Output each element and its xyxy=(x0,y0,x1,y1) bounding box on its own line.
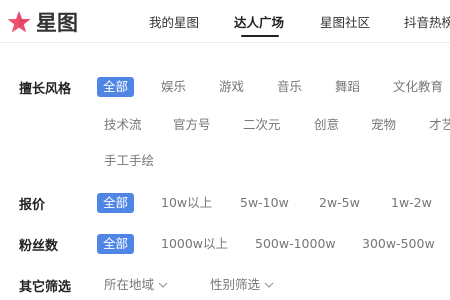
star-logo-icon xyxy=(7,11,31,33)
style-option-acg[interactable]: 二次元 xyxy=(243,115,281,135)
nav-community[interactable]: 星图社区 xyxy=(320,12,370,31)
style-option-all[interactable]: 全部 xyxy=(97,77,135,97)
style-filter-label: 擅长风格 xyxy=(19,82,72,97)
price-filter-label: 报价 xyxy=(19,198,46,213)
region-dropdown-label: 所在地域 xyxy=(104,277,155,292)
nav-talent-square[interactable]: 达人广场 xyxy=(234,12,284,31)
style-option-games[interactable]: 游戏 xyxy=(219,77,244,97)
chevron-down-icon xyxy=(264,282,274,288)
logo-text: 星图 xyxy=(36,11,78,35)
style-option-education[interactable]: 文化教育 xyxy=(393,77,443,97)
style-option-music[interactable]: 音乐 xyxy=(277,77,302,97)
other-filter-label: 其它筛选 xyxy=(19,280,72,295)
price-option-1w-2w[interactable]: 1w-2w xyxy=(391,193,432,213)
fans-option-500w-1000w[interactable]: 500w-1000w xyxy=(255,234,336,254)
style-option-handcraft[interactable]: 手工手绘 xyxy=(104,151,154,171)
gender-dropdown-label: 性别筛选 xyxy=(210,277,261,292)
price-option-2w-5w[interactable]: 2w-5w xyxy=(319,193,360,213)
gender-dropdown[interactable]: 性别筛选 xyxy=(210,275,274,295)
price-option-all[interactable]: 全部 xyxy=(97,193,135,213)
nav-douyin-hot[interactable]: 抖音热榜 xyxy=(404,12,450,31)
region-dropdown[interactable]: 所在地域 xyxy=(104,275,168,295)
price-option-10w-plus[interactable]: 10w以上 xyxy=(161,193,212,213)
logo[interactable]: 星图 xyxy=(6,7,78,37)
style-option-talent[interactable]: 才艺 xyxy=(429,115,450,135)
chevron-down-icon xyxy=(158,282,168,288)
style-option-tech[interactable]: 技术流 xyxy=(104,115,142,135)
top-navigation-bar: 星图 我的星图 达人广场 星图社区 抖音热榜 xyxy=(0,0,450,43)
style-option-creative[interactable]: 创意 xyxy=(314,115,339,135)
style-option-pets[interactable]: 宠物 xyxy=(371,115,396,135)
fans-option-1000w-plus[interactable]: 1000w以上 xyxy=(161,234,228,254)
fans-filter-label: 粉丝数 xyxy=(19,239,59,254)
active-tab-indicator xyxy=(241,35,279,37)
style-option-official[interactable]: 官方号 xyxy=(173,115,211,135)
nav-my-xingtu[interactable]: 我的星图 xyxy=(149,12,199,31)
price-option-5w-10w[interactable]: 5w-10w xyxy=(240,193,289,213)
fans-option-all[interactable]: 全部 xyxy=(97,234,135,254)
style-option-dance[interactable]: 舞蹈 xyxy=(335,77,360,97)
fans-option-300w-500w[interactable]: 300w-500w xyxy=(362,234,435,254)
style-option-entertainment[interactable]: 娱乐 xyxy=(161,77,186,97)
